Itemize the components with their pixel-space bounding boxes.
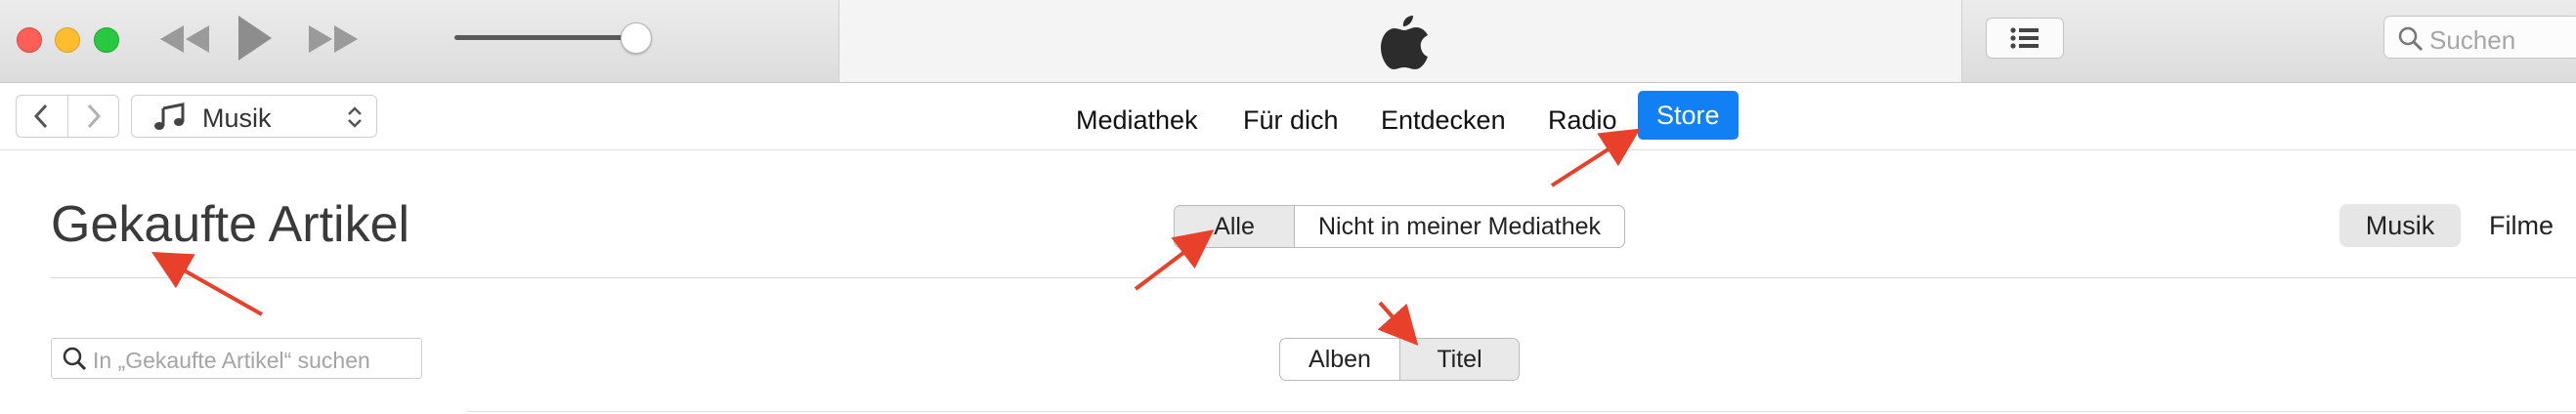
annotation-arrows bbox=[151, 128, 1641, 346]
arrow-to-view-titel bbox=[1377, 301, 1419, 346]
arrow-to-filter-alle bbox=[1134, 229, 1215, 291]
arrow-to-page-title bbox=[151, 252, 263, 316]
arrow-to-store-tab bbox=[1550, 128, 1641, 187]
